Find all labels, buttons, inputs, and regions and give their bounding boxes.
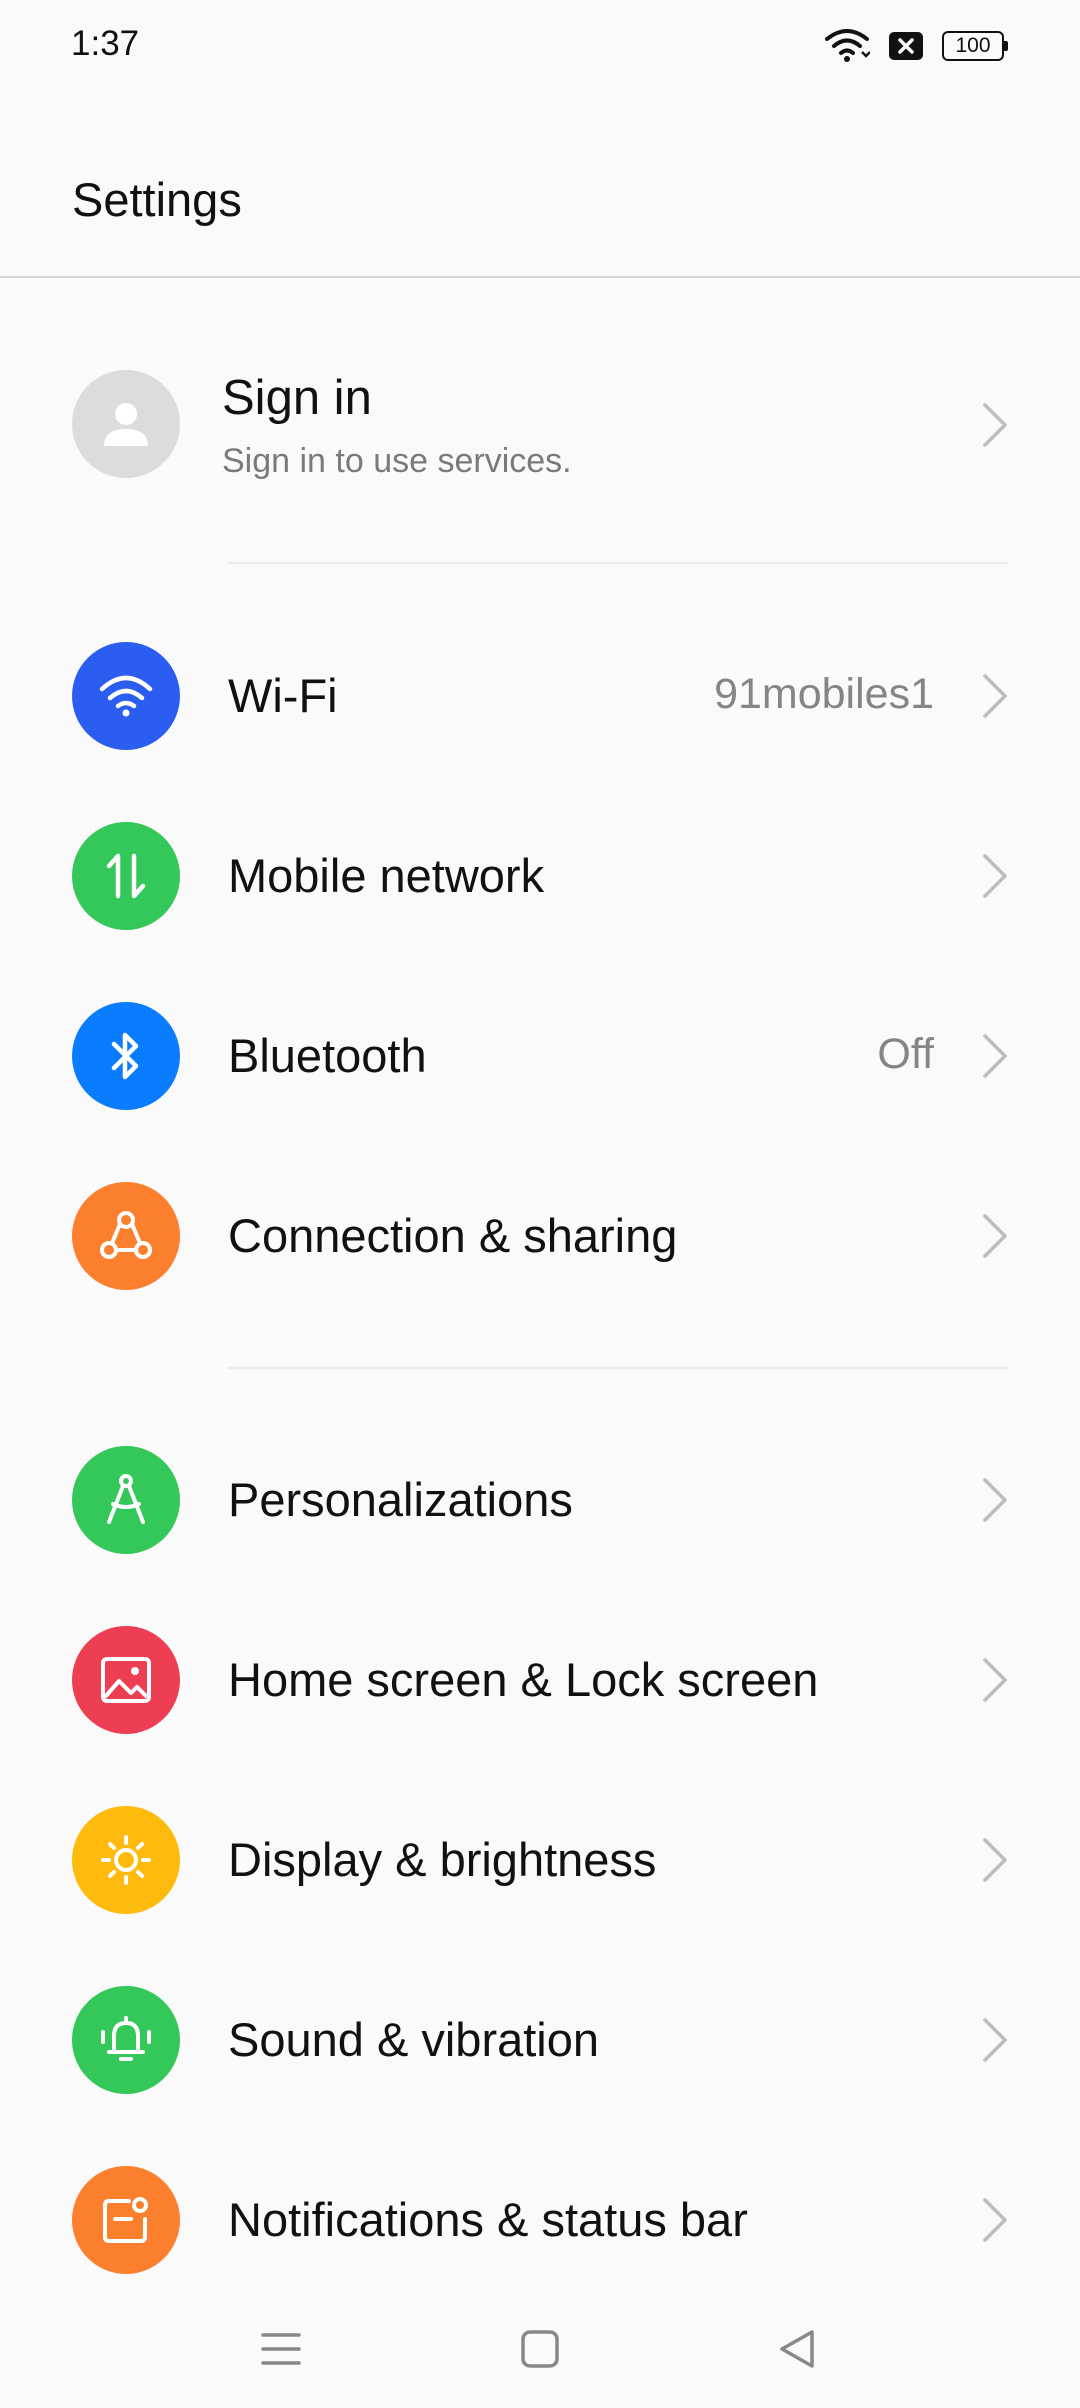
data-off-icon	[889, 32, 923, 60]
menu-button[interactable]	[246, 2314, 316, 2384]
settings-item-label: Notifications & status bar	[228, 2193, 748, 2246]
bluetooth-icon	[111, 1032, 139, 1080]
mobile-data-icon	[106, 853, 146, 899]
image-icon	[101, 1657, 151, 1703]
home-icon	[521, 2330, 559, 2368]
settings-item-home-lock-screen[interactable]: Home screen & Lock screen	[0, 1590, 1080, 1770]
chevron-right-icon	[983, 2018, 1007, 2062]
settings-item-wifi[interactable]: Wi-Fi 91mobiles1	[0, 606, 1080, 786]
bell-icon-badge	[72, 1986, 180, 2094]
settings-item-label: Personalizations	[228, 1473, 573, 1526]
sign-in-row[interactable]: Sign in Sign in to use services.	[0, 330, 1080, 520]
menu-icon	[261, 2333, 301, 2365]
settings-item-personalizations[interactable]: Personalizations	[0, 1410, 1080, 1590]
chevron-right-icon	[983, 1214, 1007, 1258]
settings-item-value: 91mobiles1	[714, 670, 934, 718]
bell-icon	[101, 2016, 151, 2061]
notification-icon-badge	[72, 2166, 180, 2274]
settings-item-mobile-network[interactable]: Mobile network	[0, 786, 1080, 966]
battery-icon: 100	[942, 31, 1008, 61]
page-title: Settings	[72, 173, 242, 226]
settings-item-sound-vibration[interactable]: Sound & vibration	[0, 1950, 1080, 2130]
settings-item-label: Connection & sharing	[228, 1209, 678, 1262]
settings-item-connection-sharing[interactable]: Connection & sharing	[0, 1146, 1080, 1326]
wifi-icon	[825, 29, 870, 62]
chevron-right-icon	[983, 2198, 1007, 2242]
personalization-icon	[107, 1474, 145, 1524]
settings-item-notifications-status-bar[interactable]: Notifications & status bar	[0, 2130, 1080, 2310]
settings-item-label: Sound & vibration	[228, 2013, 600, 2066]
chevron-right-icon	[983, 854, 1007, 898]
image-icon-badge	[72, 1626, 180, 1734]
settings-item-label: Display & brightness	[228, 1833, 657, 1886]
chevron-right-icon	[983, 1034, 1007, 1078]
notification-icon	[103, 2197, 148, 2243]
chevron-right-icon	[983, 1838, 1007, 1882]
chevron-right-icon	[983, 674, 1007, 718]
home-button[interactable]	[505, 2314, 575, 2384]
sun-icon	[101, 1835, 151, 1885]
sun-icon-badge	[72, 1806, 180, 1914]
chevron-right-icon	[983, 1658, 1007, 1702]
settings-item-label: Wi-Fi	[228, 669, 338, 722]
bluetooth-icon-badge	[72, 1002, 180, 1110]
chevron-right-icon	[983, 1478, 1007, 1522]
status-icons: 100	[824, 28, 1008, 64]
wifi-icon	[99, 675, 153, 717]
back-button[interactable]	[762, 2314, 832, 2384]
divider	[228, 562, 1008, 564]
avatar	[72, 370, 180, 478]
status-time: 1:37	[71, 24, 140, 63]
back-icon	[780, 2330, 814, 2368]
connection-sharing-icon	[100, 1211, 152, 1259]
personalization-icon-badge	[72, 1446, 180, 1554]
navigation-bar	[0, 2290, 1080, 2408]
wifi-icon-badge	[72, 642, 180, 750]
settings-item-label: Home screen & Lock screen	[228, 1653, 819, 1706]
connection-sharing-icon-badge	[72, 1182, 180, 1290]
divider	[228, 1367, 1008, 1369]
settings-item-label: Mobile network	[228, 849, 545, 902]
settings-item-value: Off	[877, 1030, 934, 1078]
sign-in-title: Sign in	[222, 371, 372, 425]
chevron-right-icon	[983, 403, 1007, 447]
mobile-data-icon-badge	[72, 822, 180, 930]
settings-item-display-brightness[interactable]: Display & brightness	[0, 1770, 1080, 1950]
title-bar: Settings	[0, 96, 1080, 278]
settings-item-bluetooth[interactable]: Bluetooth Off	[0, 966, 1080, 1146]
battery-level: 100	[955, 34, 991, 57]
settings-item-label: Bluetooth	[228, 1029, 427, 1082]
sign-in-subtitle: Sign in to use services.	[222, 442, 572, 480]
status-bar: 1:37 100	[0, 0, 1080, 96]
person-icon	[104, 403, 148, 446]
